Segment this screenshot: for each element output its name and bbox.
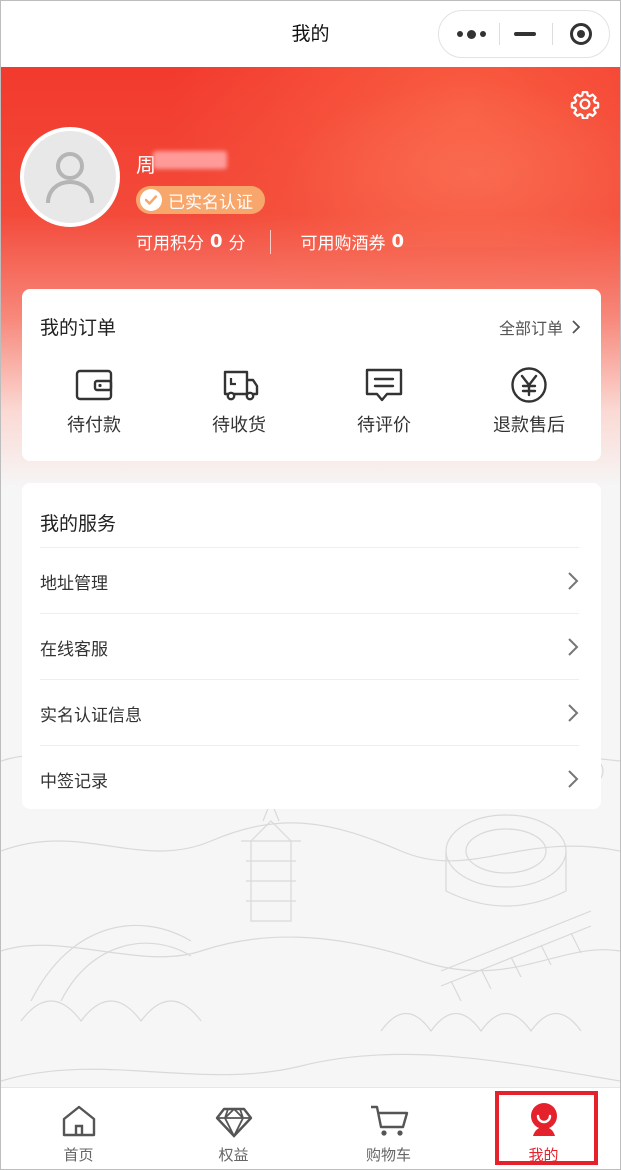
coupons-value: 0 [391,231,405,252]
yuan-icon [511,367,547,403]
service-address-management[interactable]: 地址管理 [40,547,579,614]
active-tab-highlight [495,1091,598,1165]
service-label: 地址管理 [40,573,108,594]
tab-label: 购物车 [365,1146,411,1164]
order-item-label: 待评价 [357,415,411,436]
diamond-icon [215,1107,252,1138]
chevron-right-icon [568,770,579,788]
all-orders-link[interactable]: 全部订单 [499,315,581,339]
user-avatar-icon [46,152,94,204]
tab-label: 权益 [218,1146,249,1164]
services-card: 我的服务 地址管理 在线客服 实名认证信息 中签记录 [22,483,601,809]
chevron-right-icon [572,320,581,334]
service-label: 在线客服 [40,639,108,660]
close-button[interactable] [553,11,609,57]
points-label: 可用积分 [136,234,204,254]
tab-label: 首页 [63,1146,94,1164]
chevron-right-icon [568,638,579,656]
verified-badge: 已实名认证 [136,186,265,214]
comment-icon [365,368,403,402]
orders-card: 我的订单 全部订单 待付款 待收货 待评价 退款售后 [22,289,601,461]
check-icon [140,189,162,211]
tab-benefits[interactable]: 权益 [156,1088,311,1169]
order-pending-delivery[interactable]: 待收货 [169,365,309,437]
service-label: 中签记录 [40,771,108,792]
truck-icon [223,370,259,401]
username-masked [153,151,227,169]
points-value: 0 [210,231,223,252]
services-title: 我的服务 [40,513,117,535]
points-unit: 分 [228,234,246,254]
mini-program-capsule [438,10,610,58]
top-navbar: 我的 [1,1,620,67]
chevron-right-icon [568,704,579,722]
cart-icon [370,1105,408,1136]
tab-cart[interactable]: 购物车 [311,1088,466,1169]
order-item-label: 退款售后 [493,415,565,436]
order-pending-payment[interactable]: 待付款 [24,365,164,437]
tab-home[interactable]: 首页 [1,1088,156,1169]
points-summary: 可用积分 0 分 可用购酒券 0 [136,229,410,254]
orders-title: 我的订单 [40,317,117,339]
home-icon [62,1105,95,1137]
verified-label: 已实名认证 [168,192,253,213]
app-frame: 我的 周 已实名认证 可用积分 0 分 可用购酒券 0 我的订单 全部订单 待付… [0,0,621,1170]
chevron-right-icon [568,572,579,590]
more-button[interactable] [443,11,499,57]
close-target-icon [570,23,592,45]
avatar[interactable] [20,127,120,227]
minimize-icon [514,32,536,36]
order-pending-review[interactable]: 待评价 [314,365,454,437]
more-dots-icon [456,29,486,39]
order-item-label: 待收货 [212,415,266,436]
settings-gear-icon[interactable] [570,89,600,119]
order-refund-aftersale[interactable]: 退款售后 [459,365,599,437]
service-label: 实名认证信息 [40,705,142,726]
order-item-label: 待付款 [67,415,121,436]
all-orders-label: 全部订单 [498,319,563,338]
service-real-name-info[interactable]: 实名认证信息 [40,679,579,746]
wallet-icon [75,369,113,401]
service-lottery-records[interactable]: 中签记录 [40,745,579,812]
coupons-label: 可用购酒券 [300,234,386,254]
service-online-support[interactable]: 在线客服 [40,613,579,680]
minimize-button[interactable] [497,11,553,57]
